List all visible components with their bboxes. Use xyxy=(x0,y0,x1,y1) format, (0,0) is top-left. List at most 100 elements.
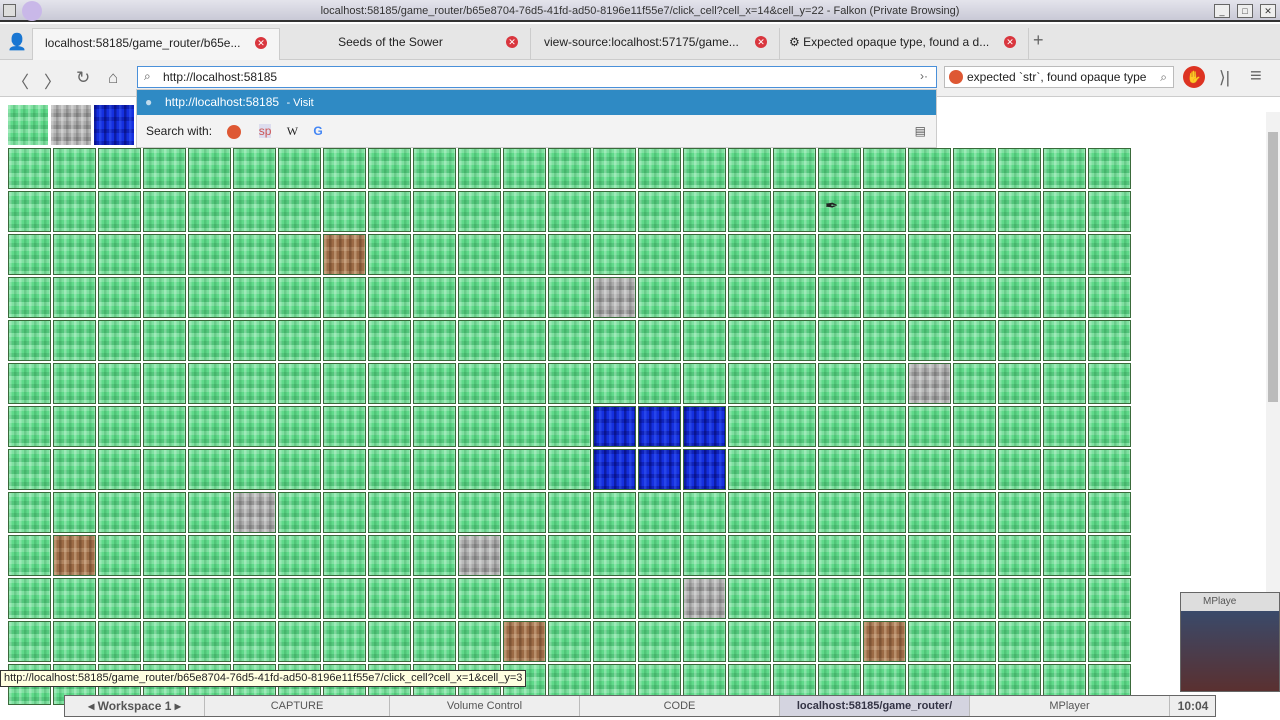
grid-cell-grass[interactable] xyxy=(818,320,861,361)
grid-cell-grass[interactable] xyxy=(953,277,996,318)
grid-cell-grass[interactable] xyxy=(683,277,726,318)
grid-cell-grass[interactable] xyxy=(188,234,231,275)
grid-cell-grass[interactable] xyxy=(863,234,906,275)
grid-cell-grass[interactable] xyxy=(98,535,141,576)
wikipedia-engine-icon[interactable]: W xyxy=(287,124,298,138)
grid-cell-grass[interactable] xyxy=(953,406,996,447)
grid-cell-grass[interactable] xyxy=(98,320,141,361)
grid-cell-grass[interactable] xyxy=(818,277,861,318)
grid-cell-grass[interactable] xyxy=(998,148,1041,189)
grid-cell-grass[interactable] xyxy=(233,449,276,490)
grid-cell-grass[interactable] xyxy=(323,621,366,662)
grid-cell-grass[interactable] xyxy=(1043,320,1086,361)
grid-cell-water[interactable] xyxy=(638,406,681,447)
grid-cell-grass[interactable] xyxy=(368,363,411,404)
grid-cell-grass[interactable] xyxy=(278,191,321,232)
grid-cell-grass[interactable] xyxy=(728,492,771,533)
grid-cell-grass[interactable] xyxy=(188,148,231,189)
grid-cell-grass[interactable] xyxy=(323,449,366,490)
grid-cell-grass[interactable] xyxy=(53,621,96,662)
tab-seeds-of-the-sower[interactable]: Seeds of the Sower ✕ xyxy=(281,28,531,60)
grid-cell-grass[interactable] xyxy=(143,234,186,275)
grid-cell-grass[interactable] xyxy=(728,148,771,189)
grid-cell-grass[interactable] xyxy=(548,234,591,275)
grid-cell-grass[interactable] xyxy=(773,191,816,232)
grid-cell-grass[interactable] xyxy=(323,492,366,533)
grid-cell-dirt[interactable] xyxy=(53,535,96,576)
grid-cell-grass[interactable] xyxy=(953,234,996,275)
workspace-switcher[interactable]: ◂ Workspace 1 ▸ xyxy=(65,696,205,716)
grid-cell-grass[interactable] xyxy=(143,277,186,318)
grid-cell-grass[interactable] xyxy=(98,449,141,490)
grid-cell-grass[interactable] xyxy=(458,320,501,361)
grid-cell-grass[interactable] xyxy=(728,234,771,275)
grid-cell-grass[interactable] xyxy=(728,449,771,490)
grid-cell-grass[interactable] xyxy=(863,578,906,619)
grid-cell-grass[interactable] xyxy=(143,492,186,533)
grid-cell-grass[interactable] xyxy=(188,492,231,533)
grid-cell-grass[interactable] xyxy=(683,234,726,275)
grid-cell-grass[interactable] xyxy=(1088,492,1131,533)
grid-cell-grass[interactable] xyxy=(458,578,501,619)
grid-cell-grass[interactable] xyxy=(818,492,861,533)
grid-cell-grass[interactable] xyxy=(998,277,1041,318)
grid-cell-grass[interactable] xyxy=(53,148,96,189)
grid-cell-grass[interactable] xyxy=(53,363,96,404)
grid-cell-grass[interactable] xyxy=(1088,621,1131,662)
grid-cell-grass[interactable] xyxy=(998,406,1041,447)
grid-cell-grass[interactable] xyxy=(593,234,636,275)
grid-cell-grass[interactable] xyxy=(1088,578,1131,619)
grid-cell-grass[interactable] xyxy=(953,621,996,662)
grid-cell-grass[interactable] xyxy=(368,234,411,275)
grid-cell-grass[interactable] xyxy=(593,578,636,619)
grid-cell-grass[interactable] xyxy=(503,277,546,318)
grid-cell-grass[interactable] xyxy=(8,191,51,232)
grid-cell-grass[interactable] xyxy=(458,191,501,232)
grid-cell-grass[interactable] xyxy=(323,148,366,189)
grid-cell-grass[interactable] xyxy=(548,320,591,361)
grid-cell-grass[interactable] xyxy=(53,234,96,275)
grid-cell-stone[interactable] xyxy=(683,578,726,619)
grid-cell-grass[interactable] xyxy=(1088,191,1131,232)
grid-cell-grass[interactable] xyxy=(458,277,501,318)
grid-cell-grass[interactable] xyxy=(728,191,771,232)
grid-cell-grass[interactable] xyxy=(323,277,366,318)
grid-cell-grass[interactable] xyxy=(593,621,636,662)
grid-cell-grass[interactable] xyxy=(728,406,771,447)
grid-cell-grass[interactable] xyxy=(188,578,231,619)
grid-cell-grass[interactable] xyxy=(728,535,771,576)
taskbar-item-code[interactable]: CODE xyxy=(580,696,780,716)
grid-cell-grass[interactable] xyxy=(188,406,231,447)
grid-cell-grass[interactable] xyxy=(188,320,231,361)
grid-cell-grass[interactable] xyxy=(53,406,96,447)
grid-cell-grass[interactable] xyxy=(458,234,501,275)
grid-cell-grass[interactable] xyxy=(548,535,591,576)
home-icon[interactable]: ⌂ xyxy=(108,68,118,88)
grid-cell-grass[interactable] xyxy=(818,535,861,576)
grid-cell-grass[interactable] xyxy=(863,492,906,533)
grid-cell-grass[interactable] xyxy=(98,578,141,619)
grid-cell-grass[interactable] xyxy=(998,492,1041,533)
grid-cell-grass[interactable] xyxy=(233,277,276,318)
grid-cell-grass[interactable] xyxy=(143,320,186,361)
grid-cell-grass[interactable] xyxy=(953,363,996,404)
grid-cell-grass[interactable] xyxy=(1088,234,1131,275)
google-engine-icon[interactable]: G xyxy=(313,124,322,138)
grid-cell-grass[interactable] xyxy=(368,578,411,619)
grid-cell-grass[interactable] xyxy=(503,406,546,447)
grid-cell-grass[interactable] xyxy=(8,363,51,404)
grid-cell-grass[interactable] xyxy=(863,148,906,189)
grid-cell-grass[interactable] xyxy=(458,363,501,404)
grid-cell-dirt[interactable] xyxy=(863,621,906,662)
grid-cell-grass[interactable] xyxy=(1088,535,1131,576)
grid-cell-grass[interactable] xyxy=(413,535,456,576)
grid-cell-grass[interactable] xyxy=(818,363,861,404)
taskbar-item-volume[interactable]: Volume Control xyxy=(390,696,580,716)
grid-cell-grass[interactable] xyxy=(548,449,591,490)
grid-cell-grass[interactable] xyxy=(8,234,51,275)
grid-cell-grass[interactable] xyxy=(98,191,141,232)
grid-cell-grass[interactable] xyxy=(638,277,681,318)
grid-cell-grass[interactable] xyxy=(728,277,771,318)
grid-cell-grass[interactable] xyxy=(368,535,411,576)
grid-cell-grass[interactable] xyxy=(413,148,456,189)
